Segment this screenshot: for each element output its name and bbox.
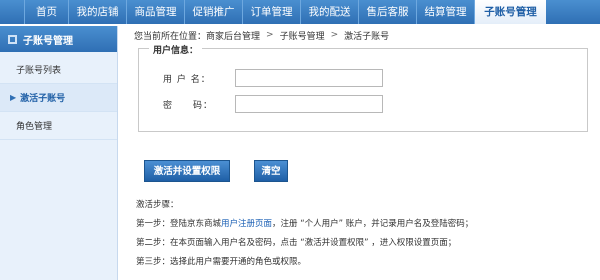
steps-title: 激活步骤： xyxy=(136,200,179,210)
breadcrumb-separator: > xyxy=(330,30,339,40)
user-info-fieldset: 用户信息： 用 户 名： 密 码： xyxy=(138,43,588,132)
sidebar: 子账号管理 子账号列表 ▶ 激活子账号 角色管理 xyxy=(0,26,118,280)
main-content: 您当前所在位置： 商家后台管理 > 子账号管理 > 激活子账号 用户信息： 用 … xyxy=(126,26,600,280)
sidebar-title: 子账号管理 xyxy=(23,35,73,47)
square-icon xyxy=(8,34,17,44)
activate-and-set-permissions-button[interactable]: 激活并设置权限 xyxy=(144,160,230,182)
nav-item-after-sales[interactable]: 售后客服 xyxy=(358,0,416,24)
nav-item-home[interactable]: 首页 xyxy=(24,0,68,24)
step-1: 第一步：登陆京东商城用户注册页面，注册 “个人用户” 账户，并记录用户名及登陆密… xyxy=(136,215,473,234)
nav-left-edge xyxy=(0,0,24,24)
step-2: 第二步：在本页面输入用户名及密码，点击 “激活并设置权限” ，进入权限设置页面； xyxy=(136,238,457,248)
sidebar-item-sub-account-list[interactable]: 子账号列表 xyxy=(0,56,117,84)
sidebar-item-label: 角色管理 xyxy=(16,122,53,132)
user-registration-link[interactable]: 用户注册页面 xyxy=(221,219,272,229)
username-label: 用 户 名： xyxy=(163,74,211,85)
nav-item-promotion[interactable]: 促销推广 xyxy=(184,0,242,24)
username-row: 用 户 名： xyxy=(163,69,383,87)
sidebar-header: 子账号管理 xyxy=(0,26,117,52)
username-input[interactable] xyxy=(235,69,383,87)
sidebar-item-activate-sub-account[interactable]: ▶ 激活子账号 xyxy=(0,84,117,112)
activation-steps: 激活步骤： 第一步：登陆京东商城用户注册页面，注册 “个人用户” 账户，并记录用… xyxy=(136,196,473,272)
nav-item-sub-account[interactable]: 子账号管理 xyxy=(474,0,546,24)
step-1-suffix: ，注册 “个人用户” 账户，并记录用户名及登陆密码； xyxy=(272,219,474,229)
breadcrumb-item-seller-admin[interactable]: 商家后台管理 xyxy=(206,29,260,42)
sidebar-item-label: 激活子账号 xyxy=(20,94,66,104)
sidebar-item-role-management[interactable]: 角色管理 xyxy=(0,112,117,140)
breadcrumb: 您当前所在位置： 商家后台管理 > 子账号管理 > 激活子账号 xyxy=(126,26,600,44)
breadcrumb-item-current: 激活子账号 xyxy=(344,31,390,42)
clear-button[interactable]: 清空 xyxy=(254,160,288,182)
password-label: 密 码： xyxy=(163,100,214,111)
nav-item-my-delivery[interactable]: 我的配送 xyxy=(300,0,358,24)
sidebar-item-label: 子账号列表 xyxy=(16,66,62,76)
nav-item-order-management[interactable]: 订单管理 xyxy=(242,0,300,24)
chevron-right-icon: ▶ xyxy=(10,93,17,102)
user-info-legend: 用户信息： xyxy=(149,43,203,56)
nav-item-settlement[interactable]: 结算管理 xyxy=(416,0,474,24)
breadcrumb-separator: > xyxy=(266,30,274,40)
password-row: 密 码： xyxy=(163,95,383,113)
breadcrumb-prefix: 您当前所在位置： xyxy=(134,31,207,42)
step-1-prefix: 第一步：登陆京东商城 xyxy=(136,219,222,229)
step-3: 第三步：选择此用户需要开通的角色或权限。 xyxy=(136,257,307,267)
breadcrumb-item-sub-account[interactable]: 子账号管理 xyxy=(280,29,325,42)
top-nav-bar: 首页 我的店铺 商品管理 促销推广 订单管理 我的配送 售后客服 结算管理 子账… xyxy=(0,0,600,24)
nav-item-product-management[interactable]: 商品管理 xyxy=(126,0,184,24)
password-input[interactable] xyxy=(235,95,383,113)
nav-item-my-store[interactable]: 我的店铺 xyxy=(68,0,126,24)
